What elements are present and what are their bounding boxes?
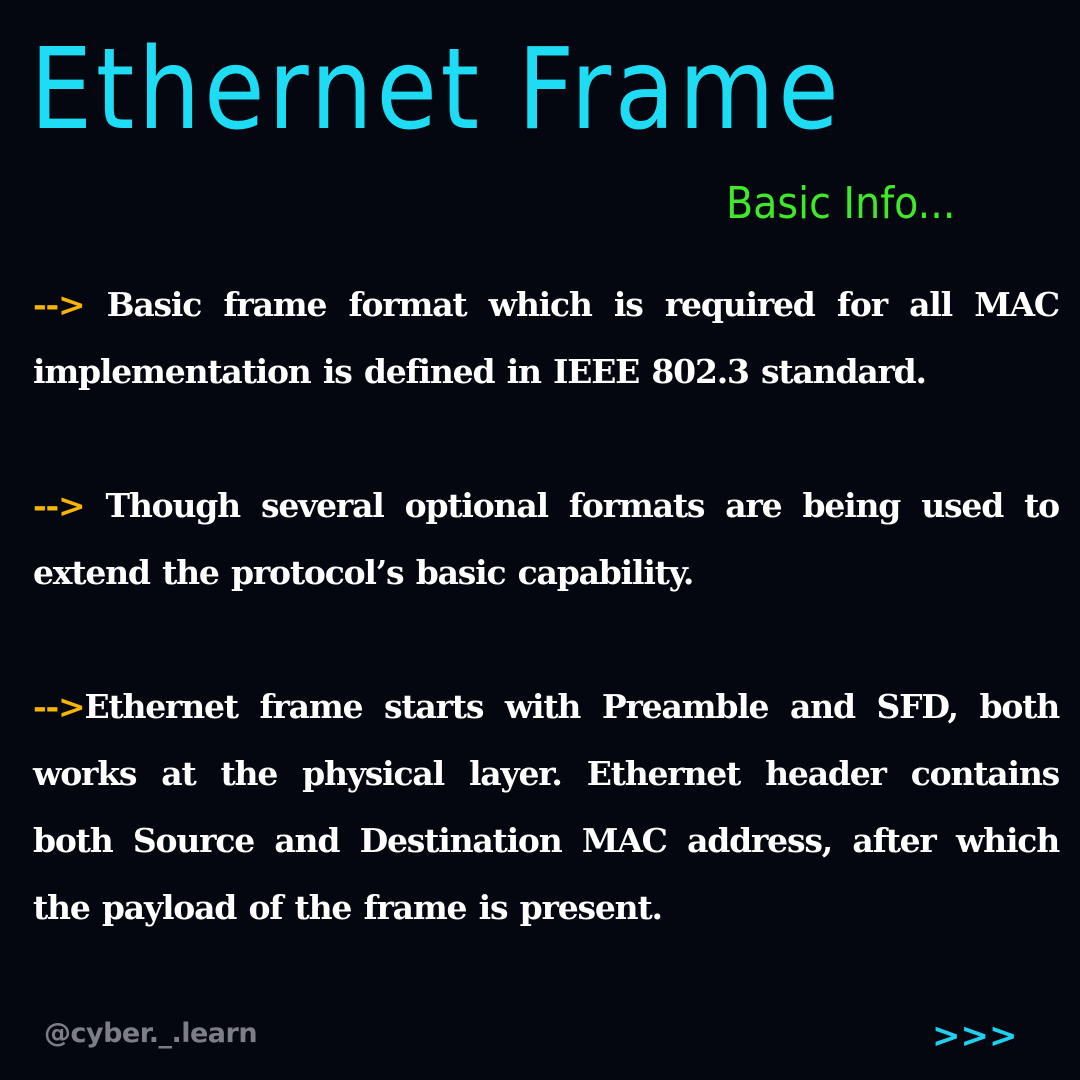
bullet-arrow-icon: -->: [33, 285, 86, 324]
paragraph-2-text: Though several optional formats are bein…: [33, 486, 1060, 592]
paragraph-1: --> Basic frame format which is required…: [33, 271, 1060, 405]
paragraph-3: -->Ethernet frame starts with Preamble a…: [33, 673, 1060, 941]
page-title: Ethernet Frame: [30, 25, 843, 155]
paragraph-3-text: Ethernet frame starts with Preamble and …: [33, 687, 1060, 927]
slide: Ethernet Frame Basic Info... --> Basic f…: [0, 0, 1080, 1080]
paragraph-1-text: Basic frame format which is required for…: [33, 285, 1060, 391]
bullet-arrow-icon: -->: [33, 486, 86, 525]
next-slide-arrow-icon[interactable]: >>>: [932, 1012, 1017, 1060]
page-subtitle: Basic Info...: [726, 178, 956, 229]
author-handle: @cyber._.learn: [44, 1018, 258, 1049]
paragraph-2: --> Though several optional formats are …: [33, 472, 1060, 606]
bullet-arrow-icon: -->: [33, 687, 86, 726]
